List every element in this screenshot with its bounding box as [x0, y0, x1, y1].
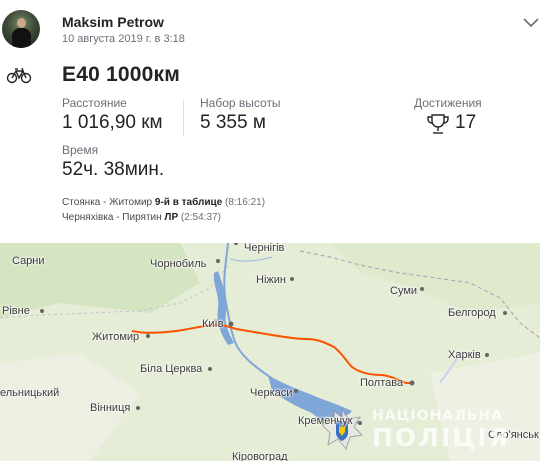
city-dot	[40, 309, 44, 313]
map-label-rivne: Рівне	[2, 305, 30, 317]
segment-rank: ЛР	[164, 212, 179, 223]
segment-name: Стоянка - Житомир	[62, 197, 153, 208]
chevron-down-icon[interactable]	[522, 14, 540, 32]
city-dot	[216, 259, 220, 263]
city-dot	[409, 380, 415, 386]
city-dot	[290, 277, 294, 281]
watermark-line1: НАЦІОНАЛЬНА	[372, 408, 504, 424]
map-label-sarny: Сарни	[12, 255, 45, 267]
city-dot	[136, 406, 140, 410]
map-label-chernihiv: Чернігів	[244, 243, 285, 254]
stat-divider	[183, 100, 184, 136]
athlete-name[interactable]: Maksim Petrow	[62, 14, 164, 30]
watermark-line2: ПОЛІЦІЯ	[372, 423, 510, 452]
map-label-kharkiv: Харків	[448, 349, 481, 361]
map-label-poltava: Полтава	[360, 377, 404, 389]
map-label-belgorod: Белгород	[448, 307, 496, 319]
segment-name: Черняхівка - Пирятин	[62, 212, 162, 223]
city-dot	[208, 367, 212, 371]
city-dot	[294, 389, 298, 393]
city-dot	[485, 353, 489, 357]
bike-icon	[6, 67, 32, 84]
distance-value: 1 016,90 км	[62, 112, 163, 133]
segment-effort[interactable]: Черняхівка - Пирятин ЛР (2:54:37)	[62, 212, 221, 223]
elevation-label: Набор высоты	[200, 96, 281, 110]
trophy-icon[interactable]	[426, 112, 450, 136]
map-label-nizhyn: Ніжин	[256, 274, 286, 286]
city-dot	[228, 321, 234, 327]
segment-time: (2:54:37)	[180, 212, 221, 223]
map-label-zhytomyr: Житомир	[92, 331, 140, 343]
avatar-torso	[12, 28, 31, 48]
avatar[interactable]	[2, 10, 40, 48]
activity-date: 10 августа 2019 г. в 3:18	[62, 33, 185, 45]
route-map[interactable]: Сарни Чорнобиль Чернігів Ніжин Суми Рівн…	[0, 243, 540, 461]
achievements-label: Достижения	[414, 96, 482, 110]
city-dot	[146, 334, 150, 338]
elevation-value: 5 355 м	[200, 112, 266, 133]
map-label-sumy: Суми	[390, 285, 418, 297]
city-dot	[503, 311, 507, 315]
time-label: Время	[62, 143, 99, 157]
map-label-bila-tserkva: Біла Церква	[140, 363, 203, 375]
achievements-value: 17	[455, 112, 477, 133]
distance-label: Расстояние	[62, 96, 127, 110]
activity-title[interactable]: E40 1000км	[62, 63, 180, 87]
activity-card: Maksim Petrow 10 августа 2019 г. в 3:18 …	[0, 0, 540, 243]
map-label-kropyvnytskyi: Кіровоград	[232, 451, 288, 461]
city-dot	[358, 421, 362, 425]
city-dot	[420, 287, 424, 291]
segment-rank: 9-й в таблице	[154, 197, 223, 208]
avatar-head	[17, 18, 26, 28]
map-label-khmelnytskyi: ельницький	[0, 387, 60, 399]
map-label-chornobyl: Чорнобиль	[150, 258, 207, 270]
map-label-kyiv: Київ	[202, 318, 224, 330]
time-value: 52ч. 38мин.	[62, 159, 165, 180]
map-label-kremenchuk: Кременчук	[298, 415, 353, 427]
segment-time: (8:16:21)	[225, 197, 266, 208]
map-label-vinnytsia: Вінниця	[90, 402, 131, 414]
map-label-cherkasy: Черкаси	[250, 387, 293, 399]
segment-effort[interactable]: Стоянка - Житомир 9-й в таблице (8:16:21…	[62, 197, 265, 208]
